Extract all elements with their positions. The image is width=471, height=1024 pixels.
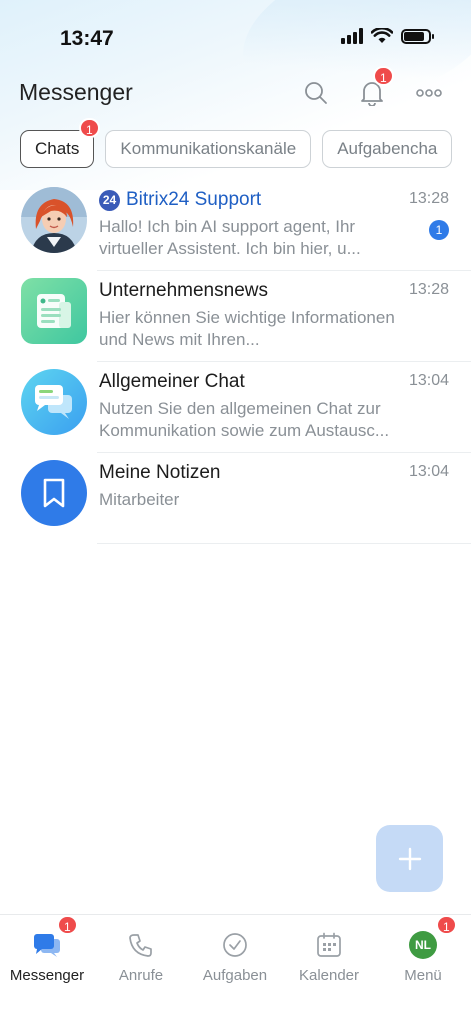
page-title: Messenger <box>19 79 133 105</box>
bookmark-avatar-icon <box>21 460 87 526</box>
chat-time: 13:28 <box>408 190 449 207</box>
chat-list: 24 Bitrix24 Support 13:28 Hallo! Ich bin… <box>0 180 471 544</box>
general-chat-avatar-icon <box>21 369 87 435</box>
plus-icon <box>398 847 421 870</box>
calendar-icon <box>317 932 341 957</box>
tab-kommunikationskanaele[interactable]: Kommunikationskanäle <box>105 130 312 168</box>
status-time: 13:47 <box>60 27 114 50</box>
tab-chats-badge: 1 <box>79 118 100 138</box>
chat-preview: Mitarbeiter <box>99 490 180 509</box>
chat-item-bitrix24-support[interactable]: 24 Bitrix24 Support 13:28 Hallo! Ich bin… <box>0 180 471 271</box>
chat-title: Allgemeiner Chat <box>99 371 245 393</box>
menu-badge: 1 <box>436 915 457 935</box>
tab-label: Aufgabencha <box>337 139 438 158</box>
chat-name: Meine Notizen <box>99 462 221 483</box>
chat-title: Unternehmensnews <box>99 280 268 302</box>
search-button[interactable] <box>299 76 333 110</box>
chat-name: Bitrix24 Support <box>126 189 262 210</box>
tab-chats[interactable]: Chats 1 <box>20 118 100 168</box>
messenger-icon <box>34 934 60 957</box>
chat-item-allgemeiner-chat[interactable]: Allgemeiner Chat 13:04 Nutzen Sie den al… <box>0 362 471 453</box>
battery-icon <box>401 28 434 44</box>
chat-preview: Hallo! Ich bin AI support agent, Ihr vir… <box>99 217 361 258</box>
notifications-badge: 1 <box>373 66 394 86</box>
tab-aufgabenchats[interactable]: Aufgabencha <box>322 130 453 168</box>
nav-label: Anrufe <box>118 967 164 984</box>
support-agent-avatar <box>21 187 87 253</box>
chat-time: 13:28 <box>408 281 449 298</box>
nav-messenger[interactable]: 1 Messenger <box>0 915 94 984</box>
unread-counter: 1 <box>429 220 449 240</box>
tab-label: Chats <box>35 139 80 158</box>
tab-label: Kommunikationskanäle <box>120 139 297 158</box>
bitrix24-badge-icon: 24 <box>99 189 120 211</box>
nav-anrufe[interactable]: Anrufe <box>94 915 188 984</box>
chat-item-unternehmensnews[interactable]: Unternehmensnews 13:28 Hier können Sie w… <box>0 271 471 362</box>
nav-label: Kalender <box>298 967 360 984</box>
new-chat-button[interactable] <box>376 825 443 892</box>
filter-tabs: Chats 1 Kommunikationskanäle Aufgabencha <box>20 118 453 168</box>
nav-label: Messenger <box>9 967 85 984</box>
phone-icon <box>129 934 152 957</box>
nav-label: Aufgaben <box>202 967 268 984</box>
more-icon <box>416 89 442 97</box>
app-header: Messenger 1 <box>0 66 471 120</box>
chat-name: Allgemeiner Chat <box>99 371 245 392</box>
user-avatar: NL <box>409 931 437 959</box>
chat-name: Unternehmensnews <box>99 280 268 301</box>
chat-title: Meine Notizen <box>99 462 220 484</box>
chat-item-meine-notizen[interactable]: Meine Notizen 13:04 Mitarbeiter <box>0 453 471 544</box>
more-button[interactable] <box>412 76 446 110</box>
status-icons <box>341 28 434 44</box>
chat-preview: Hier können Sie wichtige Informationen u… <box>99 308 395 349</box>
nav-kalender[interactable]: Kalender <box>282 915 376 984</box>
search-icon <box>305 82 327 104</box>
nav-label: Menü <box>404 967 442 984</box>
chat-time: 13:04 <box>408 372 449 389</box>
notifications-button[interactable]: 1 <box>355 66 394 110</box>
wifi-icon <box>371 28 393 43</box>
news-avatar-icon <box>21 278 87 344</box>
signal-icon <box>341 28 363 44</box>
nav-menue[interactable]: NL 1 Menü <box>376 915 470 984</box>
status-bar: 13:47 <box>0 0 471 76</box>
chat-time: 13:04 <box>408 463 449 480</box>
divider <box>97 543 471 544</box>
check-circle-icon <box>223 933 247 957</box>
bottom-navigation: 1 Messenger Anrufe Aufgaben Kalender NL … <box>0 914 471 1024</box>
chat-preview: Nutzen Sie den allgemeinen Chat zur Komm… <box>99 399 390 440</box>
messenger-badge: 1 <box>57 915 78 935</box>
nav-aufgaben[interactable]: Aufgaben <box>188 915 282 984</box>
chat-title: 24 Bitrix24 Support <box>99 189 261 211</box>
